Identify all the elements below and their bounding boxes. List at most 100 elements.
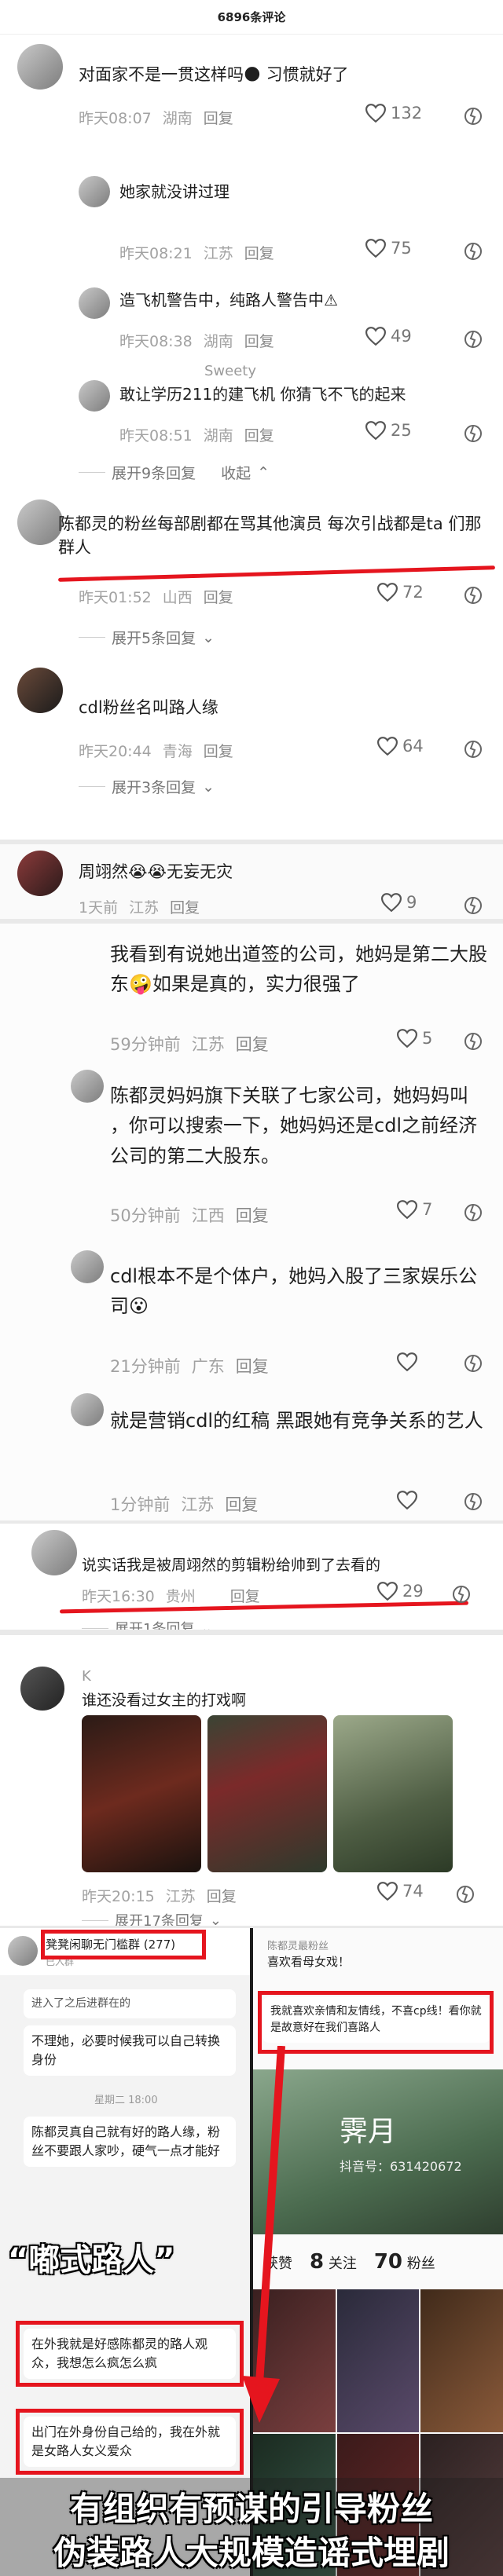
red-box-annotation: [41, 1930, 206, 1959]
like-button[interactable]: 75: [365, 239, 412, 258]
video-thumbnail[interactable]: [420, 2289, 503, 2432]
dislike-icon[interactable]: [464, 586, 483, 605]
reply-button[interactable]: 回复: [244, 330, 274, 351]
avatar[interactable]: [71, 1393, 104, 1426]
comment-meta: 昨天08:38 湖南 回复: [119, 330, 274, 351]
chevron-up-icon: ⌃: [257, 463, 270, 481]
reply-thread-panel: 我看到有说她出道签的公司，她妈是第二大股东🤪如果是真的，实力很强了 59分钟前 …: [0, 924, 503, 1520]
caption-line-1: 有组织有预谋的引导粉丝: [69, 2490, 433, 2528]
heart-icon: [365, 239, 386, 258]
avatar[interactable]: [31, 1530, 77, 1575]
avatar[interactable]: [17, 499, 63, 545]
collapse-replies-button[interactable]: 收起: [221, 462, 251, 483]
heart-icon: [377, 583, 398, 602]
dislike-icon[interactable]: [456, 1885, 475, 1904]
expand-replies-button[interactable]: 展开3条回复 ⌄: [79, 776, 215, 797]
expand-replies-button[interactable]: 展开9条回复 收起 ⌃: [79, 462, 270, 483]
fight-scene-image[interactable]: [207, 1715, 327, 1872]
like-button[interactable]: 132: [365, 104, 422, 123]
like-button[interactable]: 5: [397, 1029, 432, 1048]
fight-scene-image[interactable]: [333, 1715, 453, 1872]
heart-icon: [397, 1029, 417, 1048]
reply-button[interactable]: 回复: [207, 1885, 237, 1906]
comment-time: 昨天08:51: [119, 427, 193, 445]
dislike-icon[interactable]: [464, 1032, 483, 1051]
dislike-icon[interactable]: [464, 424, 483, 443]
like-count: 75: [391, 239, 412, 258]
expand-replies-button[interactable]: 展开1条回复 ⌄: [82, 1618, 213, 1630]
reply-button[interactable]: 回复: [236, 1354, 269, 1378]
expand-replies-label: 展开9条回复: [112, 465, 196, 482]
comment-time: 昨天16:30: [82, 1588, 155, 1605]
reply-button[interactable]: 回复: [170, 896, 200, 917]
reply-button[interactable]: 回复: [204, 586, 233, 607]
red-box-annotation: [16, 2321, 244, 2387]
comment-panel-cut: 说实话我是被周翊然的剪辑粉给帅到了去看的 昨天16:30 贵州 回复 29 展开…: [0, 1524, 503, 1630]
red-arrow-annotation: [242, 2046, 285, 2423]
avatar[interactable]: [17, 668, 63, 713]
like-count: 49: [391, 327, 412, 346]
avatar[interactable]: [71, 1250, 104, 1283]
dislike-icon[interactable]: [464, 896, 483, 915]
heart-icon: [377, 1882, 398, 1901]
profile-stat-followers[interactable]: 70 粉丝: [374, 2250, 435, 2274]
heart-icon[interactable]: [397, 1491, 417, 1509]
like-button[interactable]: 25: [365, 421, 412, 440]
dislike-icon[interactable]: [464, 330, 483, 349]
avatar[interactable]: [17, 44, 63, 90]
avatar[interactable]: [20, 1667, 64, 1711]
comment-region: 江苏: [191, 1035, 225, 1054]
fight-scene-image[interactable]: [82, 1715, 201, 1872]
reply-button[interactable]: 回复: [244, 424, 274, 445]
reply-button[interactable]: 回复: [204, 107, 233, 128]
reply-button[interactable]: 回复: [204, 740, 233, 761]
avatar[interactable]: [79, 176, 110, 207]
comment-panel-top: 对面家不是一贯这样吗🌑 习惯就好了 昨天08:07 湖南 回复 132 她家就没…: [0, 35, 503, 840]
dislike-icon[interactable]: [452, 1585, 471, 1604]
comment-time: 50分钟前: [110, 1206, 181, 1225]
like-button[interactable]: 72: [377, 583, 424, 602]
dislike-icon[interactable]: [464, 242, 483, 261]
reply-button[interactable]: 回复: [225, 1492, 258, 1516]
heart-icon[interactable]: [397, 1352, 417, 1371]
comment-meta: 昨天08:07 湖南 回复: [79, 107, 233, 128]
comment-time: 昨天01:52: [79, 589, 152, 606]
comment-text: 说实话我是被周翊然的剪辑粉给帅到了去看的: [82, 1557, 381, 1574]
avatar[interactable]: [71, 1070, 104, 1103]
comment-meta: 1分钟前 江苏 回复: [110, 1492, 258, 1516]
dislike-icon[interactable]: [464, 1203, 483, 1222]
dislike-icon[interactable]: [464, 1492, 483, 1511]
expand-replies-button[interactable]: 展开17条回复 ⌄: [82, 1910, 222, 1927]
evidence-composite: 凳凳闲聊无门槛群 (277) 已入群 进入了之后进群在的 不理她，必要时候我可以…: [0, 1928, 503, 2576]
comment-region: 湖南: [203, 427, 233, 445]
avatar[interactable]: [79, 287, 110, 319]
reply-button[interactable]: 回复: [230, 1585, 260, 1606]
like-button[interactable]: 49: [365, 327, 412, 346]
expand-replies-button[interactable]: 展开5条回复 ⌄: [79, 627, 215, 648]
profile-header-text: 喜欢看母女戏！: [267, 1955, 351, 1969]
profile-stat-following[interactable]: 8 关注: [310, 2250, 357, 2274]
reply-button[interactable]: 回复: [244, 242, 274, 263]
dislike-icon[interactable]: [464, 107, 483, 126]
like-count: 72: [402, 583, 424, 602]
avatar[interactable]: [79, 380, 110, 412]
comment-region: 贵州: [165, 1588, 196, 1605]
reply-button[interactable]: 回复: [236, 1032, 269, 1056]
reply-button[interactable]: 回复: [236, 1203, 269, 1227]
comment-region: 江苏: [165, 1888, 196, 1905]
chevron-down-icon: ⌄: [202, 778, 215, 796]
avatar[interactable]: [17, 851, 63, 896]
like-button[interactable]: 9: [381, 893, 417, 912]
like-button[interactable]: 7: [397, 1200, 432, 1219]
dislike-icon[interactable]: [464, 740, 483, 759]
like-button[interactable]: 74: [377, 1882, 424, 1901]
comment-region: 广东: [191, 1357, 225, 1376]
video-thumbnail[interactable]: [336, 2289, 420, 2432]
comment-region: 江苏: [129, 899, 160, 917]
commenter-name[interactable]: Sweety: [204, 363, 256, 379]
like-button[interactable]: 29: [377, 1582, 424, 1601]
heart-icon: [365, 421, 386, 440]
commenter-name[interactable]: K: [82, 1668, 91, 1685]
dislike-icon[interactable]: [464, 1354, 483, 1373]
like-button[interactable]: 64: [377, 737, 424, 756]
